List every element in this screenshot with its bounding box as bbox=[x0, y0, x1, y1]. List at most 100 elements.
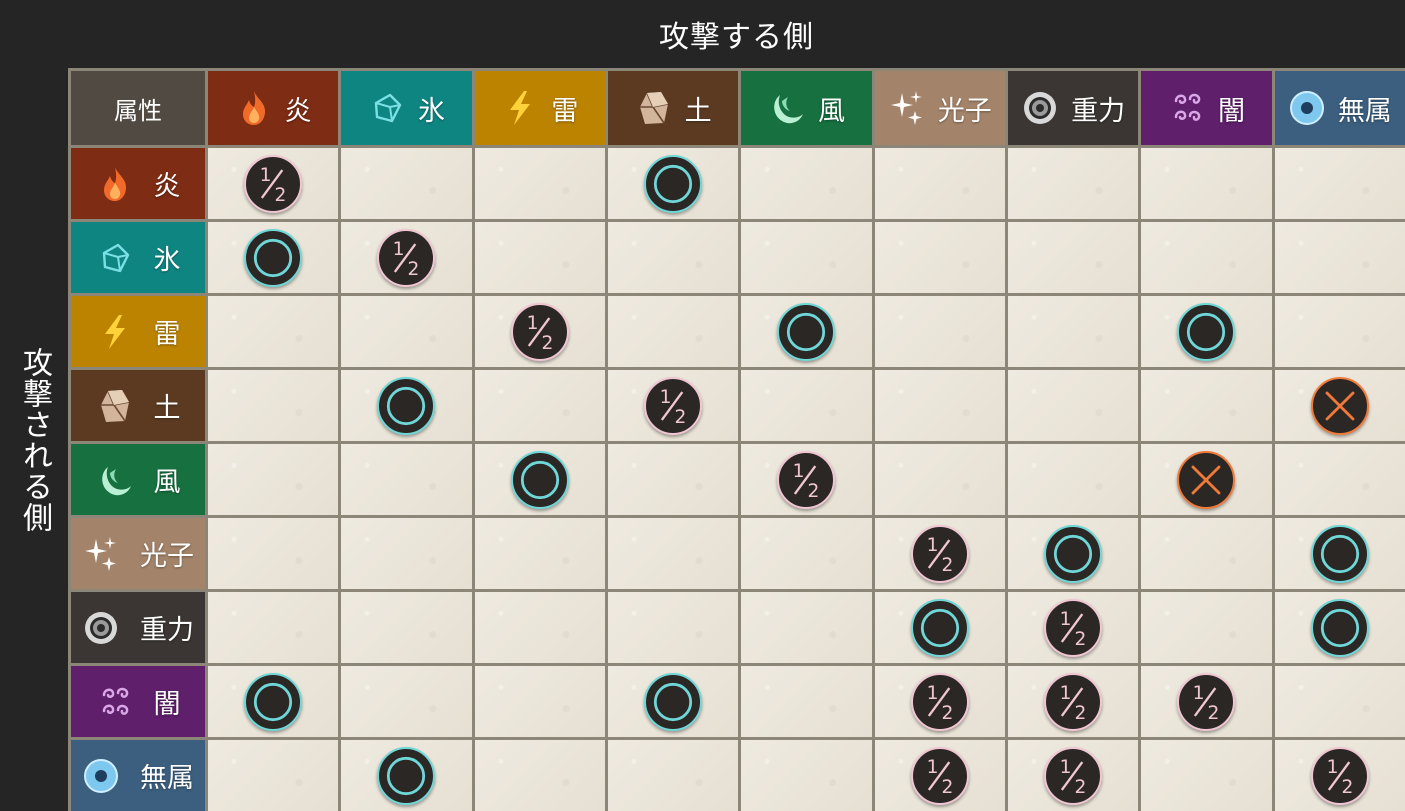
attacker-side-title-text: 攻撃する側 bbox=[659, 20, 814, 55]
matrix-cell: circle bbox=[474, 444, 605, 515]
matrix-cell: 12half bbox=[1007, 666, 1139, 737]
matrix-cell: 12half bbox=[1007, 740, 1139, 811]
matrix-cell bbox=[341, 666, 472, 737]
attacker-side-title: 攻撃する側 bbox=[68, 0, 1405, 68]
svg-text:2: 2 bbox=[1075, 628, 1087, 649]
matrix-cell bbox=[1141, 148, 1272, 219]
row-header-7: 重力 bbox=[71, 592, 205, 663]
svg-text:2: 2 bbox=[941, 554, 953, 575]
half-damage-mark: 12half bbox=[910, 672, 969, 731]
effective-circle-mark: circle bbox=[377, 376, 436, 435]
matrix-cell bbox=[741, 740, 872, 811]
matrix-cell bbox=[874, 444, 1005, 515]
matrix-cell bbox=[208, 296, 339, 367]
svg-text:1: 1 bbox=[1060, 683, 1072, 704]
svg-text:2: 2 bbox=[1075, 776, 1087, 797]
svg-text:2: 2 bbox=[1208, 702, 1220, 723]
half-damage-mark: 12half bbox=[644, 376, 703, 435]
matrix-cell bbox=[208, 740, 339, 811]
effective-circle-mark: circle bbox=[377, 746, 436, 805]
table-corner-label: 属性 bbox=[71, 71, 205, 145]
matrix-cell bbox=[741, 148, 872, 219]
row-header-label: 雷 bbox=[153, 319, 181, 350]
svg-text:2: 2 bbox=[675, 406, 687, 427]
matrix-cell bbox=[208, 518, 339, 589]
matrix-cell bbox=[1007, 296, 1139, 367]
col-header-label: 風 bbox=[817, 95, 845, 127]
defender-side-title: 攻撃される側 bbox=[0, 68, 68, 811]
dark-swirl-icon bbox=[1168, 89, 1206, 127]
wind-crescent-icon bbox=[768, 89, 806, 127]
svg-text:1: 1 bbox=[926, 683, 938, 704]
matrix-cell bbox=[1274, 296, 1405, 367]
lightning-icon bbox=[501, 89, 539, 127]
row-header-5: 風 bbox=[71, 444, 205, 515]
matrix-cell: circle bbox=[607, 148, 739, 219]
svg-text:2: 2 bbox=[1341, 776, 1353, 797]
row-header-6: 光子 bbox=[71, 518, 205, 589]
effective-circle-mark: circle bbox=[1310, 524, 1369, 583]
row-header-label: 闇 bbox=[153, 689, 181, 720]
half-damage-mark: 12half bbox=[244, 154, 303, 213]
matrix-cell: 12half bbox=[208, 148, 339, 219]
col-header-label: 光子 bbox=[937, 95, 992, 127]
effective-circle-mark: circle bbox=[1044, 524, 1103, 583]
matrix-cell: 12half bbox=[1274, 740, 1405, 811]
svg-text:1: 1 bbox=[1193, 683, 1205, 704]
matrix-cell: circle bbox=[208, 666, 339, 737]
half-damage-mark: 12half bbox=[1044, 746, 1103, 805]
matrix-cell: circle bbox=[341, 740, 472, 811]
col-header-6: 光子 bbox=[874, 71, 1005, 145]
matrix-cell bbox=[741, 370, 872, 441]
matrix-cell bbox=[474, 148, 605, 219]
matrix-cell bbox=[874, 370, 1005, 441]
matrix-cell bbox=[474, 370, 605, 441]
matrix-cell: 12half bbox=[1007, 592, 1139, 663]
matrix-cell: circle bbox=[1274, 592, 1405, 663]
immune-cross-mark: cross bbox=[1310, 376, 1369, 435]
half-damage-mark: 12half bbox=[1310, 746, 1369, 805]
row-header-label: 風 bbox=[153, 467, 181, 498]
svg-text:2: 2 bbox=[541, 332, 553, 353]
matrix-cell bbox=[1141, 222, 1272, 293]
matrix-cell: circle bbox=[607, 666, 739, 737]
element-affinity-table: 属性 炎氷雷土風光子重力闇無属炎12halfcircle氷circle12hal… bbox=[68, 68, 1405, 811]
svg-text:1: 1 bbox=[1326, 757, 1338, 778]
half-damage-mark: 12half bbox=[910, 746, 969, 805]
matrix-cell bbox=[474, 222, 605, 293]
dark-swirl-icon bbox=[96, 683, 134, 721]
svg-text:1: 1 bbox=[1060, 609, 1072, 630]
col-header-9: 無属 bbox=[1274, 71, 1405, 145]
matrix-cell: circle bbox=[341, 370, 472, 441]
effective-circle-mark: circle bbox=[644, 154, 703, 213]
matrix-cell bbox=[341, 148, 472, 219]
neutral-orb-icon bbox=[82, 757, 120, 795]
row-header-9: 無属 bbox=[71, 740, 205, 811]
gravity-ring-icon bbox=[1021, 89, 1059, 127]
matrix-cell: circle bbox=[1141, 296, 1272, 367]
matrix-cell bbox=[1274, 444, 1405, 515]
row-header-2: 氷 bbox=[71, 222, 205, 293]
matrix-cell bbox=[474, 740, 605, 811]
sparkle-icon bbox=[82, 535, 120, 573]
row-header-8: 闇 bbox=[71, 666, 205, 737]
effective-circle-mark: circle bbox=[644, 672, 703, 731]
matrix-cell bbox=[741, 666, 872, 737]
wind-crescent-icon bbox=[96, 461, 134, 499]
matrix-cell bbox=[1141, 370, 1272, 441]
effective-circle-mark: circle bbox=[910, 598, 969, 657]
rock-icon bbox=[96, 387, 134, 425]
row-header-label: 土 bbox=[153, 393, 181, 424]
matrix-cell bbox=[741, 518, 872, 589]
col-header-label: 無属 bbox=[1337, 95, 1392, 127]
svg-text:2: 2 bbox=[1075, 702, 1087, 723]
half-damage-mark: 12half bbox=[510, 302, 569, 361]
row-header-label: 氷 bbox=[153, 245, 181, 276]
half-damage-mark: 12half bbox=[1177, 672, 1236, 731]
matrix-cell bbox=[1274, 222, 1405, 293]
half-damage-mark: 12half bbox=[910, 524, 969, 583]
matrix-cell: circle bbox=[1274, 518, 1405, 589]
matrix-cell bbox=[1007, 222, 1139, 293]
gravity-ring-icon bbox=[82, 609, 120, 647]
row-header-label: 炎 bbox=[153, 171, 181, 202]
